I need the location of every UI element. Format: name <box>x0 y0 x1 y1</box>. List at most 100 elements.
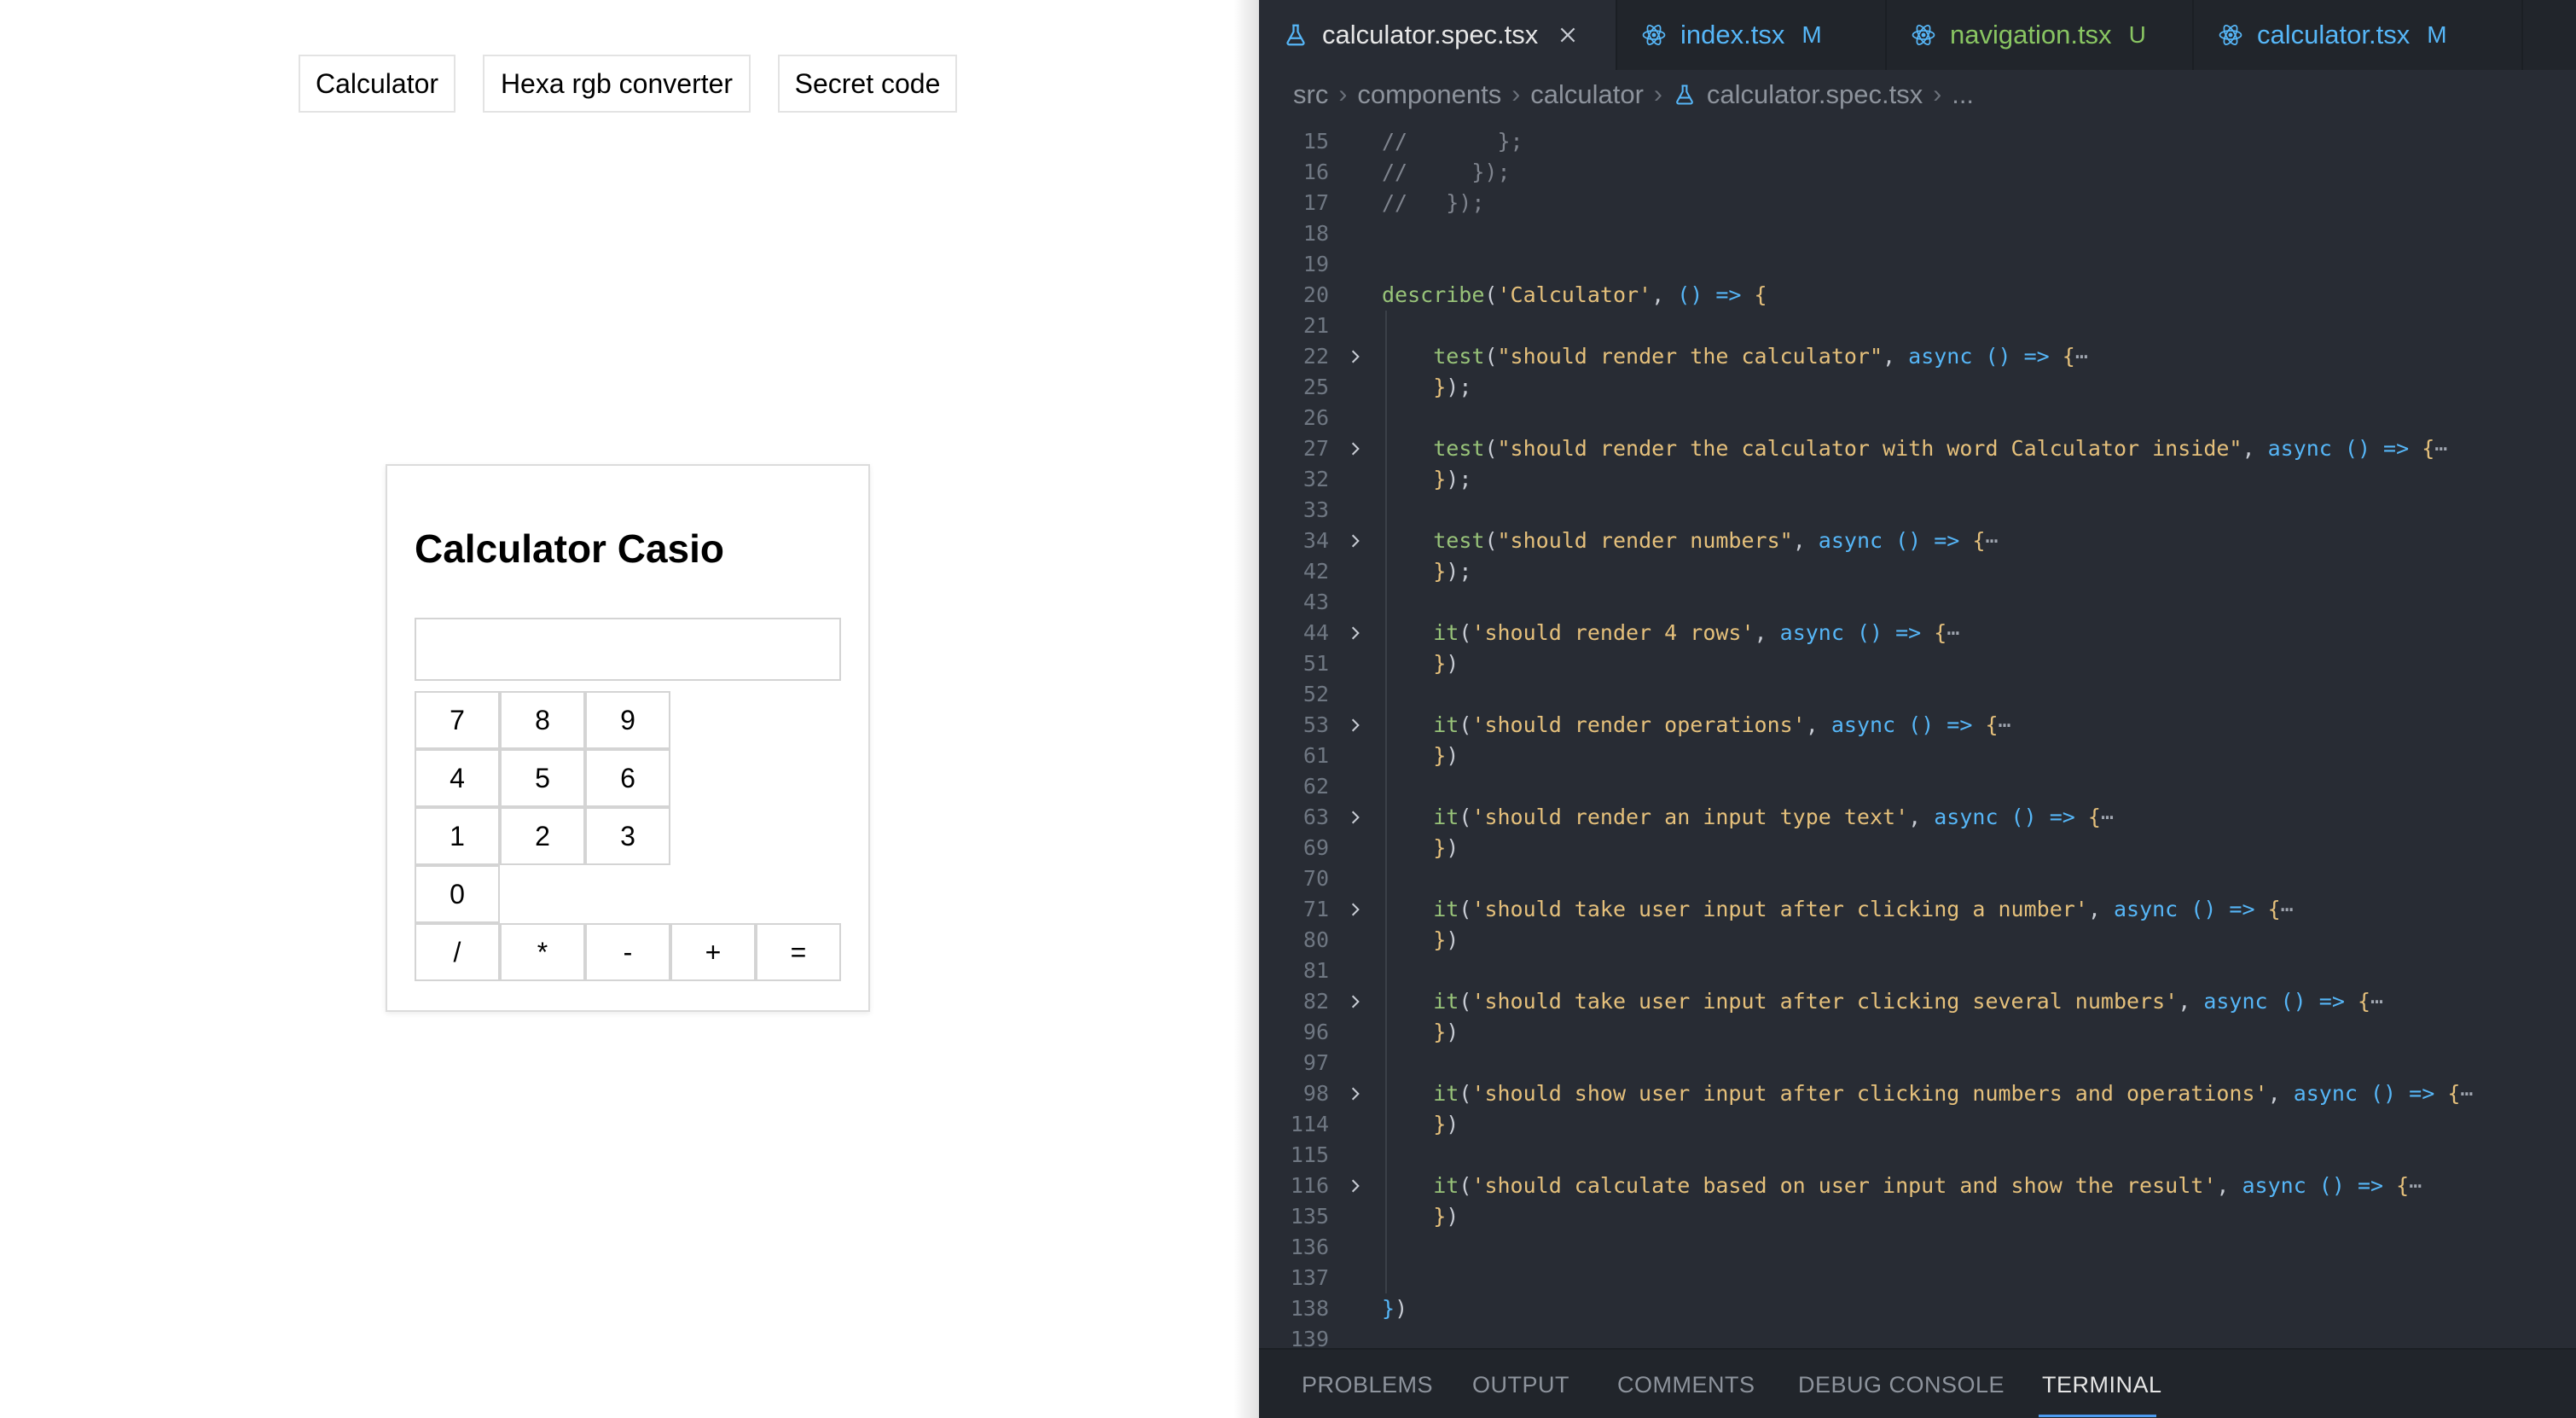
calculator-display-input[interactable] <box>415 618 841 681</box>
operation-key-multiply[interactable]: * <box>500 923 585 981</box>
operation-key-divide[interactable]: / <box>415 923 500 981</box>
code-line[interactable]: 53 it('should render operations', async … <box>1259 710 2576 741</box>
operation-key-add[interactable]: + <box>670 923 756 981</box>
code-line[interactable]: 32 }); <box>1259 464 2576 495</box>
fold-chevron-icon[interactable] <box>1348 441 1363 456</box>
breadcrumb-item-src[interactable]: src <box>1293 79 1328 110</box>
code-line[interactable]: 51 }) <box>1259 648 2576 679</box>
tab-index[interactable]: index.tsx M <box>1617 0 1887 70</box>
code-line[interactable]: 96 }) <box>1259 1017 2576 1048</box>
tab-label: navigation.tsx <box>1950 20 2112 49</box>
code-line[interactable]: 80 }) <box>1259 925 2576 956</box>
code-line[interactable]: 27 test("should render the calculator wi… <box>1259 433 2576 464</box>
breadcrumb-item-symbols[interactable]: ... <box>1952 79 1974 110</box>
operation-key-equals[interactable]: = <box>756 923 841 981</box>
panel-tab-output[interactable]: OUTPUT <box>1472 1372 1569 1398</box>
panel-tab-debug-console[interactable]: DEBUG CONSOLE <box>1798 1372 2005 1398</box>
tab-navigation[interactable]: navigation.tsx U <box>1887 0 2194 70</box>
number-key-1[interactable]: 1 <box>415 807 500 865</box>
code-line[interactable]: 25 }); <box>1259 372 2576 403</box>
code-line[interactable]: 16 // }); <box>1259 157 2576 188</box>
fold-chevron-icon[interactable] <box>1348 625 1363 641</box>
number-key-4[interactable]: 4 <box>415 749 500 807</box>
fold-chevron-icon[interactable] <box>1348 994 1363 1009</box>
code-line[interactable]: 138}) <box>1259 1293 2576 1324</box>
code-line[interactable]: 20 describe('Calculator', () => { <box>1259 280 2576 311</box>
code-line[interactable]: 82 it('should take user input after clic… <box>1259 986 2576 1017</box>
code-line[interactable]: 15 // }; <box>1259 126 2576 157</box>
code-line[interactable]: 42 }); <box>1259 556 2576 587</box>
code-text: it('should calculate based on user input… <box>1433 1173 2422 1198</box>
code-line[interactable]: 33 <box>1259 495 2576 526</box>
code-line[interactable]: 137 <box>1259 1263 2576 1293</box>
tab-calculator-spec[interactable]: calculator.spec.tsx <box>1259 0 1617 70</box>
code-line[interactable]: 18 <box>1259 218 2576 249</box>
line-number: 43 <box>1303 590 1329 614</box>
fold-chevron-icon[interactable] <box>1348 902 1363 917</box>
code-line[interactable]: 114 }) <box>1259 1109 2576 1140</box>
code-line[interactable]: 44 it('should render 4 rows', async () =… <box>1259 618 2576 648</box>
code-area[interactable]: 15 // }; 16 // }); 17 // }); 18 19 20 describe('C… <box>1259 114 2576 1348</box>
line-number: 61 <box>1303 743 1329 768</box>
code-text: }) <box>1382 1296 1408 1321</box>
tab-calculator[interactable]: calculator.tsx M <box>2194 0 2523 70</box>
number-key-7[interactable]: 7 <box>415 691 500 749</box>
code-line[interactable]: 62 <box>1259 771 2576 802</box>
line-number: 19 <box>1303 252 1329 276</box>
number-key-6[interactable]: 6 <box>585 749 670 807</box>
fold-chevron-icon[interactable] <box>1348 349 1363 364</box>
close-icon[interactable] <box>1557 24 1579 46</box>
code-line[interactable]: 70 <box>1259 863 2576 894</box>
code-line[interactable]: 115 <box>1259 1140 2576 1171</box>
nav-button-calculator[interactable]: Calculator <box>299 55 455 113</box>
breadcrumb-item-components[interactable]: components <box>1357 79 1501 110</box>
panel-tab-terminal[interactable]: TERMINAL <box>2042 1372 2162 1398</box>
number-key-2[interactable]: 2 <box>500 807 585 865</box>
react-icon <box>1912 25 1935 45</box>
line-number: 116 <box>1290 1173 1329 1198</box>
code-line[interactable]: 19 <box>1259 249 2576 280</box>
code-text: }); <box>1433 559 1472 584</box>
code-line[interactable]: 21 <box>1259 311 2576 341</box>
code-line[interactable]: 22 test("should render the calculator", … <box>1259 341 2576 372</box>
operation-key-subtract[interactable]: - <box>585 923 670 981</box>
panel-tab-comments[interactable]: COMMENTS <box>1617 1372 1755 1398</box>
fold-chevron-icon[interactable] <box>1348 1086 1363 1101</box>
fold-chevron-icon[interactable] <box>1348 718 1363 733</box>
code-editor: calculator.spec.tsx index.tsx M navigati… <box>1259 0 2576 1418</box>
code-line[interactable]: 26 <box>1259 403 2576 433</box>
code-line[interactable]: 63 it('should render an input type text'… <box>1259 802 2576 833</box>
code-text: }); <box>1433 467 1472 491</box>
code-line[interactable]: 98 it('should show user input after clic… <box>1259 1078 2576 1109</box>
fold-chevron-icon[interactable] <box>1348 810 1363 825</box>
code-line[interactable]: 139 <box>1259 1324 2576 1348</box>
breadcrumb-item-file[interactable]: calculator.spec.tsx <box>1707 79 1923 110</box>
breadcrumb-item-calculator[interactable]: calculator <box>1530 79 1644 110</box>
code-line[interactable]: 61 }) <box>1259 741 2576 771</box>
code-line[interactable]: 135 }) <box>1259 1201 2576 1232</box>
number-key-0[interactable]: 0 <box>415 865 500 923</box>
number-key-9[interactable]: 9 <box>585 691 670 749</box>
line-number: 70 <box>1303 866 1329 891</box>
number-key-8[interactable]: 8 <box>500 691 585 749</box>
fold-chevron-icon[interactable] <box>1348 1178 1363 1194</box>
code-text: }) <box>1433 927 1459 952</box>
number-key-3[interactable]: 3 <box>585 807 670 865</box>
code-line[interactable]: 34 test("should render numbers", async (… <box>1259 526 2576 556</box>
code-line[interactable]: 97 <box>1259 1048 2576 1078</box>
code-text: }) <box>1433 1020 1459 1044</box>
nav-button-hexa-rgb-converter[interactable]: Hexa rgb converter <box>483 55 751 113</box>
code-line[interactable]: 81 <box>1259 956 2576 986</box>
code-line[interactable]: 71 it('should take user input after clic… <box>1259 894 2576 925</box>
code-line[interactable]: 116 it('should calculate based on user i… <box>1259 1171 2576 1201</box>
nav-button-secret-code[interactable]: Secret code <box>778 55 957 113</box>
code-line[interactable]: 136 <box>1259 1232 2576 1263</box>
code-line[interactable]: 69 }) <box>1259 833 2576 863</box>
code-line[interactable]: 43 <box>1259 587 2576 618</box>
number-key-5[interactable]: 5 <box>500 749 585 807</box>
code-line[interactable]: 52 <box>1259 679 2576 710</box>
panel-tab-problems[interactable]: PROBLEMS <box>1302 1372 1433 1398</box>
code-line[interactable]: 17 // }); <box>1259 188 2576 218</box>
fold-chevron-icon[interactable] <box>1348 533 1363 549</box>
line-number: 32 <box>1303 467 1329 491</box>
